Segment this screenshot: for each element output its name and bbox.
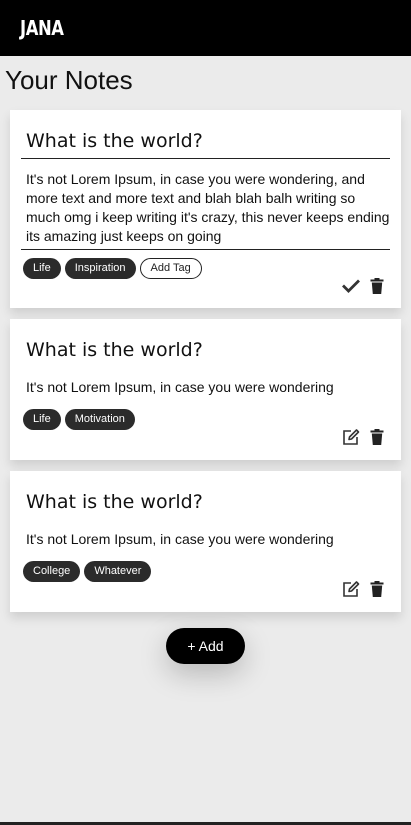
note-actions (342, 428, 386, 446)
page-title: Your Notes (5, 65, 133, 95)
add-note-button[interactable]: + Add (166, 628, 245, 664)
edit-icon[interactable] (342, 428, 360, 446)
trash-icon[interactable] (368, 580, 386, 598)
note-body-input[interactable]: It's not Lorem Ipsum, in case you were w… (21, 161, 390, 250)
note-title: What is the world? (26, 130, 203, 152)
tag-chip[interactable]: Whatever (84, 561, 152, 582)
edit-icon[interactable] (342, 580, 360, 598)
tag-chip[interactable]: College (23, 561, 81, 582)
note-body: It's not Lorem Ipsum, in case you were w… (26, 531, 334, 547)
tag-chip[interactable]: Inspiration (64, 258, 136, 279)
add-tag-button[interactable]: Add Tag (139, 258, 202, 279)
notes-list: What is the world? It's not Lorem Ipsum,… (10, 110, 401, 623)
tag-chip[interactable]: Life (23, 258, 61, 279)
app-logo: JANA (20, 16, 64, 40)
note-title: What is the world? (26, 491, 203, 513)
add-note-container: + Add (166, 628, 245, 664)
top-bar: JANA (0, 0, 411, 56)
note-card: What is the world? It's not Lorem Ipsum,… (10, 110, 401, 308)
tag-list: Life Motivation (23, 409, 135, 430)
trash-icon[interactable] (368, 277, 386, 295)
tag-list: College Whatever (23, 561, 152, 582)
note-body: It's not Lorem Ipsum, in case you were w… (26, 379, 334, 395)
tag-chip[interactable]: Motivation (64, 409, 135, 430)
note-card: What is the world? It's not Lorem Ipsum,… (10, 319, 401, 460)
note-title-input[interactable]: What is the world? (21, 120, 390, 159)
tag-chip[interactable]: Life (23, 409, 61, 430)
tag-list: Life Inspiration Add Tag (23, 258, 202, 279)
trash-icon[interactable] (368, 428, 386, 446)
check-icon[interactable] (342, 277, 360, 295)
note-actions (342, 277, 386, 295)
note-actions (342, 580, 386, 598)
note-card: What is the world? It's not Lorem Ipsum,… (10, 471, 401, 612)
note-title: What is the world? (26, 339, 203, 361)
